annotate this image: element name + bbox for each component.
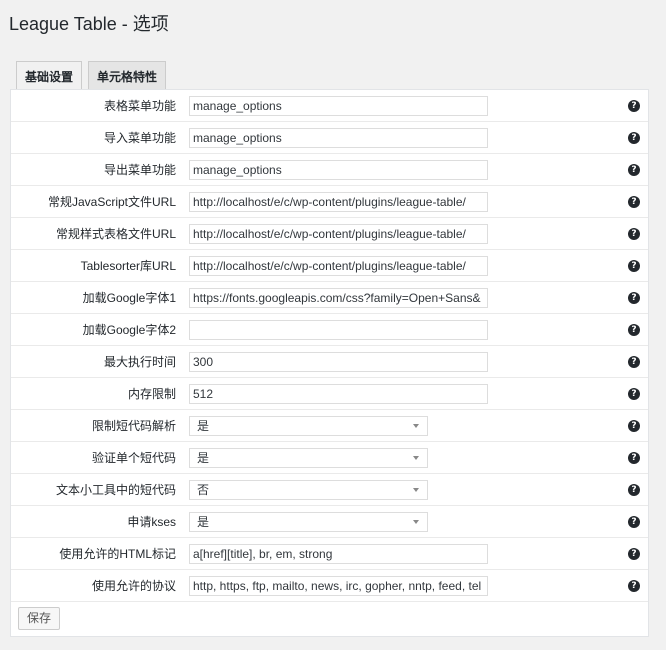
- option-label: 表格菜单功能: [103, 99, 176, 113]
- option-select-value: 是: [197, 451, 210, 465]
- option-label: 常规JavaScript文件URL: [47, 195, 176, 209]
- option-select[interactable]: 否: [189, 480, 428, 500]
- option-select[interactable]: 是: [189, 512, 428, 532]
- option-row: 文本小工具中的短代码 否?: [11, 474, 648, 506]
- chevron-down-icon: [413, 520, 419, 524]
- option-row: 加载Google字体1 https://fonts.googleapis.com/…: [11, 282, 648, 314]
- help-icon[interactable]: ?: [628, 324, 640, 336]
- option-select-value: 是: [197, 515, 210, 529]
- option-row: 导入菜单功能 manage_options?: [11, 122, 648, 154]
- option-row: Tablesorter库URL http://localhost/e/c/wp-c…: [11, 250, 648, 282]
- page-title: League Table - 选项: [9, 14, 169, 34]
- option-row: 常规JavaScript文件URL http://localhost/e/c/wp…: [11, 186, 648, 218]
- option-label: Tablesorter库URL: [80, 259, 176, 273]
- option-text-input[interactable]: manage_options: [189, 128, 488, 148]
- option-label: 使用允许的HTML标记: [59, 547, 176, 561]
- option-row: 限制短代码解析 是?: [11, 410, 648, 442]
- help-icon[interactable]: ?: [628, 548, 640, 560]
- help-icon[interactable]: ?: [628, 292, 640, 304]
- help-icon[interactable]: ?: [628, 132, 640, 144]
- tab-bar: 基础设置 单元格特性: [16, 61, 172, 91]
- option-text-input[interactable]: manage_options: [189, 160, 488, 180]
- option-text-input[interactable]: http, https, ftp, mailto, news, irc, gop…: [189, 576, 488, 596]
- option-label: 申请kses: [127, 515, 176, 529]
- option-text-input[interactable]: a[href][title], br, em, strong: [189, 544, 488, 564]
- save-button[interactable]: 保存: [18, 607, 61, 630]
- help-icon[interactable]: ?: [628, 516, 640, 528]
- option-text-input[interactable]: http://localhost/e/c/wp-content/plugins/…: [189, 256, 488, 276]
- option-label: 导入菜单功能: [103, 131, 176, 145]
- option-label: 最大执行时间: [103, 355, 176, 369]
- tab-cell-properties[interactable]: 单元格特性: [88, 61, 167, 90]
- option-label: 文本小工具中的短代码: [55, 483, 176, 497]
- option-text-input[interactable]: https://fonts.googleapis.com/css?family=…: [189, 288, 488, 308]
- option-label: 导出菜单功能: [103, 163, 176, 177]
- option-label: 验证单个短代码: [91, 451, 176, 465]
- option-select-value: 否: [197, 483, 210, 497]
- option-text-input[interactable]: manage_options: [189, 96, 488, 116]
- option-row: 表格菜单功能 manage_options?: [11, 90, 648, 122]
- option-label: 常规样式表格文件URL: [55, 227, 176, 241]
- option-select[interactable]: 是: [189, 448, 428, 468]
- option-row: 验证单个短代码 是?: [11, 442, 648, 474]
- option-text-input[interactable]: 300: [189, 352, 488, 372]
- option-text-input[interactable]: 512: [189, 384, 488, 404]
- option-row: 导出菜单功能 manage_options?: [11, 154, 648, 186]
- option-row: 内存限制 512?: [11, 378, 648, 410]
- option-row: 使用允许的HTML标记 a[href][title], br, em, stron…: [11, 538, 648, 570]
- option-select-value: 是: [197, 419, 210, 433]
- option-text-input[interactable]: http://localhost/e/c/wp-content/plugins/…: [189, 192, 488, 212]
- option-row: 常规样式表格文件URL http://localhost/e/c/wp-conte…: [11, 218, 648, 250]
- help-icon[interactable]: ?: [628, 260, 640, 272]
- help-icon[interactable]: ?: [628, 196, 640, 208]
- option-row: 使用允许的协议 http, https, ftp, mailto, news, i…: [11, 570, 648, 602]
- help-icon[interactable]: ?: [628, 580, 640, 592]
- option-label: 限制短代码解析: [91, 419, 176, 433]
- chevron-down-icon: [413, 424, 419, 428]
- option-select[interactable]: 是: [189, 416, 428, 436]
- help-icon[interactable]: ?: [628, 228, 640, 240]
- help-icon[interactable]: ?: [628, 100, 640, 112]
- option-row: 加载Google字体2?: [11, 314, 648, 346]
- option-text-input[interactable]: http://localhost/e/c/wp-content/plugins/…: [189, 224, 488, 244]
- options-panel: 表格菜单功能 manage_options? 导入菜单功能 manage_option…: [10, 89, 649, 637]
- option-label: 使用允许的协议: [91, 579, 176, 593]
- help-icon[interactable]: ?: [628, 388, 640, 400]
- help-icon[interactable]: ?: [628, 452, 640, 464]
- option-row: 最大执行时间 300?: [11, 346, 648, 378]
- option-label: 内存限制: [127, 387, 176, 401]
- option-label: 加载Google字体2: [82, 323, 176, 337]
- chevron-down-icon: [413, 488, 419, 492]
- option-text-input[interactable]: [189, 320, 488, 340]
- option-label: 加载Google字体1: [82, 291, 176, 305]
- option-row: 申请kses 是?: [11, 506, 648, 538]
- help-icon[interactable]: ?: [628, 164, 640, 176]
- tab-basic-settings[interactable]: 基础设置: [16, 61, 83, 91]
- help-icon[interactable]: ?: [628, 484, 640, 496]
- chevron-down-icon: [413, 456, 419, 460]
- help-icon[interactable]: ?: [628, 356, 640, 368]
- help-icon[interactable]: ?: [628, 420, 640, 432]
